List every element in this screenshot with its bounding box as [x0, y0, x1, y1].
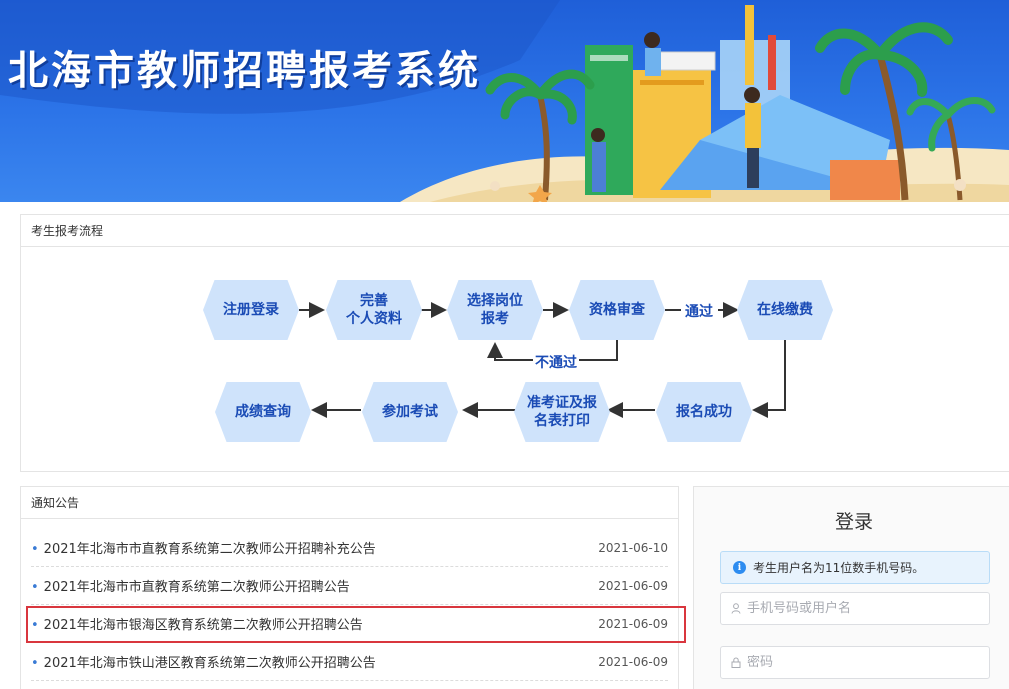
bullet-icon: •	[31, 580, 39, 595]
lock-icon	[731, 657, 741, 668]
notice-panel-header: 通知公告	[21, 487, 678, 519]
notice-title[interactable]: 2021年北海市市直教育系统第二次教师公开招聘公告	[44, 580, 350, 595]
login-panel: 登录 i 考生用户名为11位数手机号码。	[693, 486, 1009, 689]
notice-date: 2021-06-09	[598, 616, 668, 631]
login-tip: i 考生用户名为11位数手机号码。	[720, 551, 990, 584]
password-field[interactable]	[720, 646, 990, 679]
notice-list: • 2021年北海市市直教育系统第二次教师公开招聘补充公告 2021-06-10 …	[21, 519, 678, 681]
login-tip-text: 考生用户名为11位数手机号码。	[753, 561, 925, 575]
label-pass: 通过	[685, 304, 713, 320]
notice-title[interactable]: 2021年北海市银海区教育系统第二次教师公开招聘公告	[44, 618, 363, 633]
notice-item[interactable]: • 2021年北海市市直教育系统第二次教师公开招聘公告 2021-06-09	[31, 567, 668, 605]
info-icon: i	[733, 561, 746, 574]
bullet-icon: •	[31, 618, 39, 633]
step-register: 注册登录	[203, 280, 299, 340]
notice-date: 2021-06-09	[598, 654, 668, 669]
header-banner: 北海市教师招聘报考系统	[0, 0, 1009, 202]
user-icon	[731, 603, 741, 614]
process-panel-header: 考生报考流程	[21, 215, 1009, 247]
process-panel: 考生报考流程 注册登录 完善 个人资料 选择岗位 报考 资格审查 通过 在线缴费…	[20, 214, 1009, 472]
notice-title[interactable]: 2021年北海市市直教育系统第二次教师公开招聘补充公告	[44, 542, 376, 557]
step-complete-profile: 完善 个人资料	[326, 280, 422, 340]
step-check-score: 成绩查询	[215, 382, 311, 442]
notice-panel: 通知公告 • 2021年北海市市直教育系统第二次教师公开招聘补充公告 2021-0…	[20, 486, 679, 689]
username-input[interactable]	[747, 601, 967, 616]
bullet-icon: •	[31, 542, 39, 557]
step-qualification-review: 资格审查	[569, 280, 665, 340]
step-online-payment: 在线缴费	[737, 280, 833, 340]
banner-illustration	[0, 0, 1009, 202]
notice-item[interactable]: • 2021年北海市银海区教育系统第二次教师公开招聘公告 2021-06-09	[31, 605, 668, 643]
login-title: 登录	[834, 511, 873, 533]
banner-title: 北海市教师招聘报考系统	[8, 47, 481, 94]
step-print-admission-ticket: 准考证及报 名表打印	[514, 382, 610, 442]
notice-item[interactable]: • 2021年北海市市直教育系统第二次教师公开招聘补充公告 2021-06-10	[31, 529, 668, 567]
bullet-icon: •	[31, 656, 39, 671]
username-field[interactable]	[720, 592, 990, 625]
step-registration-success: 报名成功	[656, 382, 752, 442]
step-take-exam: 参加考试	[362, 382, 458, 442]
password-input[interactable]	[747, 655, 967, 670]
notice-date: 2021-06-10	[598, 540, 668, 555]
notice-date: 2021-06-09	[598, 578, 668, 593]
notice-item[interactable]: • 2021年北海市铁山港区教育系统第二次教师公开招聘公告 2021-06-09	[31, 643, 668, 681]
label-fail: 不通过	[533, 352, 579, 372]
notice-title[interactable]: 2021年北海市铁山港区教育系统第二次教师公开招聘公告	[44, 656, 376, 671]
step-select-position: 选择岗位 报考	[447, 280, 543, 340]
